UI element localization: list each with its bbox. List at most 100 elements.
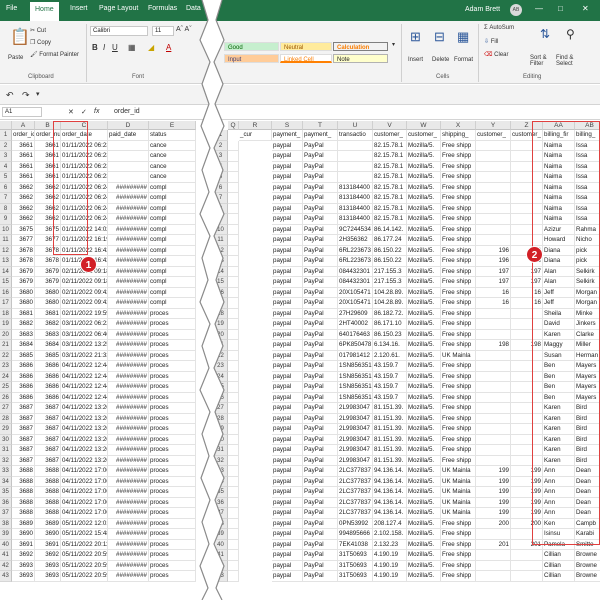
- column-header[interactable]: Q: [228, 121, 239, 130]
- row-header[interactable]: 2: [0, 140, 12, 151]
- table-cell[interactable]: 2LC377837: [338, 487, 373, 498]
- table-cell[interactable]: 81.151.39.: [373, 455, 407, 466]
- table-cell[interactable]: Free shipp: [441, 413, 476, 424]
- table-cell[interactable]: Mozilla/5.: [407, 424, 441, 435]
- table-cell[interactable]: #########: [108, 235, 149, 246]
- table-cell[interactable]: Mozilla/5.: [407, 476, 441, 487]
- table-cell[interactable]: paypal: [272, 298, 303, 309]
- table-cell[interactable]: 196: [476, 245, 511, 256]
- table-cell[interactable]: Mozilla/5.: [407, 287, 441, 298]
- table-cell[interactable]: 3692: [12, 550, 35, 561]
- table-cell[interactable]: #########: [108, 466, 149, 477]
- table-cell[interactable]: 3686: [35, 392, 61, 403]
- table-cell[interactable]: Mozilla/5.: [407, 224, 441, 235]
- column-header[interactable]: A: [12, 121, 35, 130]
- table-cell[interactable]: 81.151.39.: [373, 413, 407, 424]
- table-cell[interactable]: 03/11/2022 06:46: [61, 329, 108, 340]
- table-cell[interactable]: paypal: [272, 161, 303, 172]
- row-header[interactable]: 25: [0, 382, 12, 393]
- table-cell[interactable]: Mozilla/5.: [407, 550, 441, 561]
- row-header[interactable]: 12: [0, 245, 12, 256]
- minimize-icon[interactable]: —: [535, 4, 543, 13]
- table-cell[interactable]: 084432301: [338, 277, 373, 288]
- table-cell[interactable]: 3688: [35, 466, 61, 477]
- table-cell[interactable]: 2HT40002: [338, 319, 373, 330]
- table-cell[interactable]: Mozilla/5.: [407, 329, 441, 340]
- table-cell[interactable]: 82.15.78.1: [373, 203, 407, 214]
- table-cell[interactable]: 43.159.7: [373, 382, 407, 393]
- table-cell[interactable]: Free shipp: [441, 287, 476, 298]
- table-cell[interactable]: 04/11/2022 12:44: [61, 382, 108, 393]
- table-cell[interactable]: proces: [149, 518, 196, 529]
- underline-icon[interactable]: U: [112, 43, 118, 52]
- table-cell[interactable]: 04/11/2022 17:06: [61, 497, 108, 508]
- table-cell[interactable]: Mozilla/5.: [407, 140, 441, 151]
- table-cell[interactable]: #########: [108, 371, 149, 382]
- table-cell[interactable]: 3682: [12, 319, 35, 330]
- table-cell[interactable]: #########: [108, 550, 149, 561]
- table-cell[interactable]: [228, 298, 239, 309]
- table-cell[interactable]: 197: [476, 277, 511, 288]
- table-cell[interactable]: 3688: [12, 487, 35, 498]
- table-cell[interactable]: [108, 140, 149, 151]
- table-cell[interactable]: #########: [108, 445, 149, 456]
- table-cell[interactable]: 2LC377837: [338, 476, 373, 487]
- table-cell[interactable]: 3675: [12, 224, 35, 235]
- table-cell[interactable]: 3683: [12, 329, 35, 340]
- table-cell[interactable]: [476, 529, 511, 540]
- table-cell[interactable]: Free shipp: [441, 161, 476, 172]
- table-cell[interactable]: 813184400: [338, 214, 373, 225]
- table-cell[interactable]: paypal: [272, 350, 303, 361]
- table-cell[interactable]: 1SN856351: [338, 382, 373, 393]
- table-cell[interactable]: [476, 193, 511, 204]
- row-header[interactable]: 42: [0, 560, 12, 571]
- table-cell[interactable]: Mozilla/5.: [407, 445, 441, 456]
- table-cell[interactable]: proces: [149, 350, 196, 361]
- table-cell[interactable]: Mozilla/5.: [407, 455, 441, 466]
- table-cell[interactable]: [476, 350, 511, 361]
- table-cell[interactable]: #########: [108, 350, 149, 361]
- table-cell[interactable]: PayPal: [303, 371, 338, 382]
- table-cell[interactable]: [476, 424, 511, 435]
- table-cell[interactable]: #########: [108, 518, 149, 529]
- table-cell[interactable]: Free shipp: [441, 319, 476, 330]
- table-cell[interactable]: [476, 203, 511, 214]
- table-cell[interactable]: [476, 413, 511, 424]
- column-header[interactable]: D: [108, 121, 149, 130]
- table-cell[interactable]: 2L9983047: [338, 434, 373, 445]
- table-cell[interactable]: 04/11/2022 13:26: [61, 403, 108, 414]
- table-cell[interactable]: [476, 161, 511, 172]
- sort-filter-icon[interactable]: ⇅: [540, 27, 550, 41]
- table-cell[interactable]: 3693: [35, 571, 61, 582]
- table-cell[interactable]: 217.155.3: [373, 266, 407, 277]
- table-cell[interactable]: Mozilla/5.: [407, 151, 441, 162]
- table-cell[interactable]: 86.171.10: [373, 319, 407, 330]
- table-cell[interactable]: Free shipp: [441, 340, 476, 351]
- table-cell[interactable]: 994895666: [338, 529, 373, 540]
- table-cell[interactable]: PayPal: [303, 466, 338, 477]
- table-cell[interactable]: [228, 203, 239, 214]
- table-cell[interactable]: paypal: [272, 361, 303, 372]
- table-cell[interactable]: 3687: [12, 413, 35, 424]
- table-cell[interactable]: 199: [476, 476, 511, 487]
- table-cell[interactable]: 3688: [35, 497, 61, 508]
- table-cell[interactable]: compl: [149, 245, 196, 256]
- table-cell[interactable]: [228, 340, 239, 351]
- table-cell[interactable]: 31T50693: [338, 571, 373, 582]
- table-cell[interactable]: 82.15.78.1: [373, 182, 407, 193]
- column-header[interactable]: Y: [476, 121, 511, 130]
- table-cell[interactable]: paypal: [272, 256, 303, 267]
- table-cell[interactable]: Free shipp: [441, 235, 476, 246]
- table-cell[interactable]: Mozilla/5.: [407, 361, 441, 372]
- table-cell[interactable]: 3693: [12, 560, 35, 571]
- table-cell[interactable]: 6.134.16.: [373, 340, 407, 351]
- font-name-select[interactable]: Calibri: [90, 26, 148, 36]
- table-cell[interactable]: 05/11/2022 12:01: [61, 518, 108, 529]
- table-cell[interactable]: Mozilla/5.: [407, 466, 441, 477]
- table-cell[interactable]: compl: [149, 256, 196, 267]
- select-all-corner[interactable]: [0, 121, 12, 130]
- table-cell[interactable]: 04/11/2022 12:44: [61, 392, 108, 403]
- table-cell[interactable]: 084432301: [338, 266, 373, 277]
- header-cell[interactable]: payment_: [272, 130, 303, 141]
- table-cell[interactable]: 6RL223673: [338, 245, 373, 256]
